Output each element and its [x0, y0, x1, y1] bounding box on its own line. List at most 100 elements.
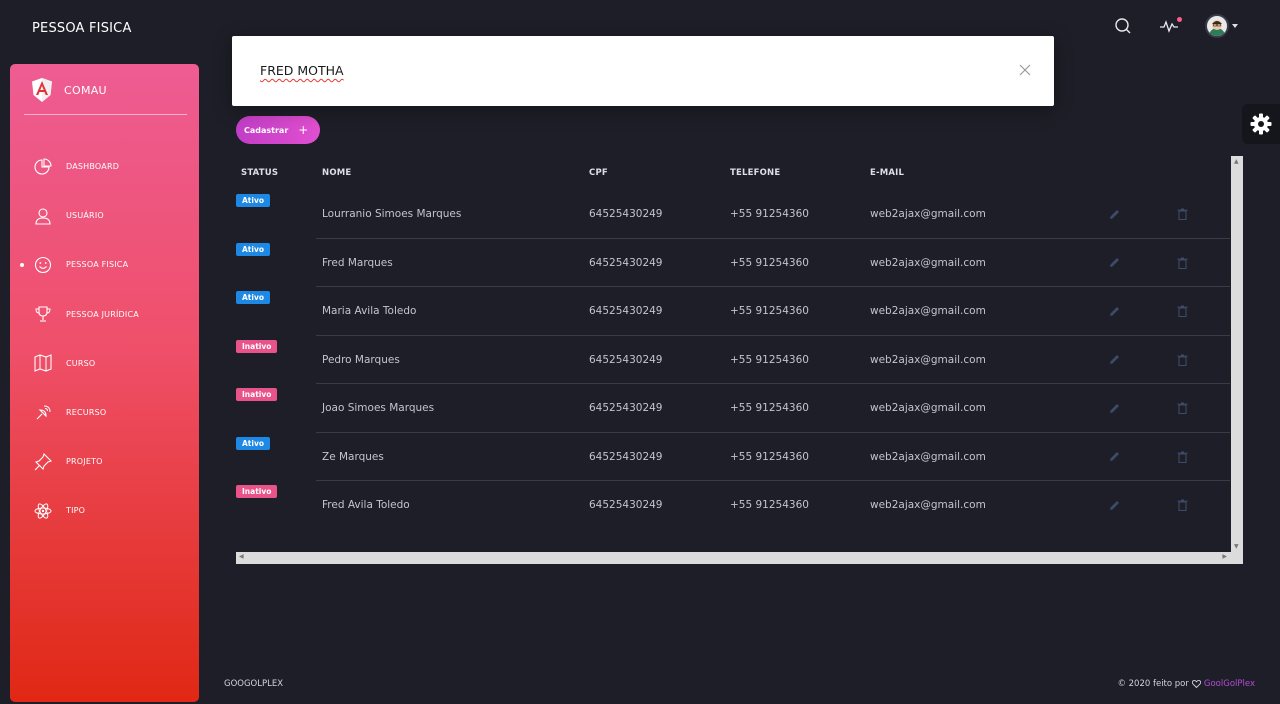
cell-email: web2ajax@gmail.com: [870, 499, 986, 511]
status-badge: Inativo: [236, 485, 278, 498]
cell-cpf: 64525430249: [589, 402, 663, 414]
settings-button[interactable]: [1242, 104, 1280, 144]
sidebar-item-recurso[interactable]: RECURSO: [10, 388, 199, 437]
trash-icon[interactable]: [1176, 208, 1188, 220]
cell-cpf: 64525430249: [589, 353, 663, 366]
cell-cpf: 64525430249: [589, 305, 663, 317]
status-badge: Ativo: [236, 436, 271, 450]
status-badge: Ativo: [236, 291, 271, 304]
table-row[interactable]: Ativo Maria Avila Toledo 64525430249 +55…: [236, 287, 1230, 336]
cell-telefone: +55 91254360: [730, 499, 809, 511]
plus-icon: +: [298, 123, 309, 137]
footer-link[interactable]: GoolGolPlex: [1204, 679, 1255, 689]
cell-cpf: 64525430249: [589, 499, 663, 511]
table-body: Ativo Lourranio Simoes Marques 645254302…: [236, 190, 1230, 530]
user-menu[interactable]: [1205, 14, 1238, 38]
trash-icon[interactable]: [1176, 402, 1188, 414]
search-icon[interactable]: [1113, 16, 1133, 36]
add-button[interactable]: Cadastrar +: [236, 116, 320, 144]
sidebar-item-dashboard[interactable]: DASHBOARD: [10, 142, 199, 191]
brand-name: COMAU: [64, 83, 107, 97]
trash-icon[interactable]: [1176, 257, 1188, 269]
notification-dot: [1177, 17, 1182, 22]
edit-icon[interactable]: [1108, 451, 1120, 463]
sidebar-item-usuario[interactable]: USUÁRIO: [10, 191, 199, 240]
edit-icon[interactable]: [1108, 305, 1120, 317]
smile-icon: [34, 256, 52, 274]
scroll-left-icon[interactable]: ◀: [239, 553, 244, 560]
sidebar-item-label: CURSO: [66, 358, 96, 368]
edit-icon[interactable]: [1108, 402, 1120, 414]
search-modal: FRED MOTHA: [232, 36, 1054, 106]
footer-credit: © 2020 feito por GoolGolPlex: [1117, 679, 1255, 689]
sidebar-item-label: DASHBOARD: [66, 162, 120, 172]
sidebar-item-pessoa-fisica[interactable]: PESSOA FISICA: [10, 240, 199, 289]
table-row[interactable]: Inativo Pedro Marques 64525430249 +55 91…: [236, 336, 1230, 384]
sidebar: COMAU DASHBOARD USUÁRIO PESSOA FISICA PE…: [10, 64, 199, 702]
trash-icon[interactable]: [1176, 354, 1188, 366]
table-row[interactable]: Ativo Ze Marques 64525430249 +55 9125436…: [236, 433, 1230, 481]
atom-icon: [34, 502, 52, 520]
cell-cpf: 64525430249: [589, 256, 663, 269]
column-header-status[interactable]: STATUS: [241, 168, 278, 178]
edit-icon[interactable]: [1108, 499, 1120, 511]
cell-telefone: +55 91254360: [730, 256, 809, 269]
cell-telefone: +55 91254360: [730, 305, 809, 317]
sidebar-item-label: TIPO: [66, 506, 86, 516]
table-row[interactable]: Ativo Lourranio Simoes Marques 645254302…: [236, 190, 1230, 239]
trophy-icon: [34, 305, 52, 323]
edit-icon[interactable]: [1108, 257, 1120, 269]
cell-email: web2ajax@gmail.com: [870, 305, 986, 317]
cell-telefone: +55 91254360: [730, 402, 809, 414]
sidebar-item-curso[interactable]: CURSO: [10, 339, 199, 388]
vertical-scrollbar[interactable]: ▲ ▼: [1231, 156, 1243, 552]
status-badge: Ativo: [236, 194, 271, 207]
close-icon[interactable]: [1018, 62, 1032, 76]
top-actions: [1113, 14, 1238, 38]
column-header-email[interactable]: E-MAIL: [870, 168, 904, 178]
divider: [24, 114, 187, 115]
activity-icon[interactable]: [1159, 16, 1182, 36]
edit-icon[interactable]: [1108, 208, 1120, 220]
chevron-down-icon: [1232, 24, 1238, 28]
sidebar-item-projeto[interactable]: PROJETO: [10, 437, 199, 486]
active-indicator: [20, 262, 24, 267]
column-header-nome[interactable]: NOME: [322, 168, 351, 178]
scroll-up-icon[interactable]: ▲: [1234, 158, 1239, 165]
cell-cpf: 64525430249: [589, 208, 663, 220]
table-row[interactable]: Inativo Fred Avila Toledo 64525430249 +5…: [236, 481, 1230, 530]
table-header: STATUS NOME CPF TELEFONE E-MAIL: [236, 166, 1230, 190]
cell-nome: Fred Marques: [322, 256, 393, 269]
table-row[interactable]: Inativo Joao Simoes Marques 64525430249 …: [236, 384, 1230, 433]
satellite-icon: [34, 404, 52, 422]
cell-nome: Fred Avila Toledo: [322, 499, 410, 511]
cell-telefone: +55 91254360: [730, 208, 809, 220]
column-header-telefone[interactable]: TELEFONE: [730, 168, 780, 178]
cell-cpf: 64525430249: [589, 450, 663, 463]
search-input[interactable]: FRED MOTHA: [260, 63, 344, 78]
horizontal-scrollbar[interactable]: ◀ ▶: [236, 552, 1243, 564]
sidebar-item-pessoa-juridica[interactable]: PESSOA JURÍDICA: [10, 290, 199, 339]
scroll-down-icon[interactable]: ▼: [1234, 543, 1239, 550]
status-badge: Ativo: [236, 242, 271, 256]
sidebar-item-label: PROJETO: [66, 457, 103, 467]
sidebar-nav: DASHBOARD USUÁRIO PESSOA FISICA PESSOA J…: [10, 142, 199, 536]
footer-brand: GOOGOLPLEX: [224, 679, 284, 689]
column-header-cpf[interactable]: CPF: [589, 168, 608, 178]
page-title: PESSOA FISICA: [32, 21, 132, 36]
sidebar-item-tipo[interactable]: TIPO: [10, 486, 199, 535]
scroll-right-icon[interactable]: ▶: [1222, 553, 1227, 560]
edit-icon[interactable]: [1108, 354, 1120, 366]
table-row[interactable]: Ativo Fred Marques 64525430249 +55 91254…: [236, 239, 1230, 287]
add-button-label: Cadastrar: [244, 125, 289, 135]
data-table: STATUS NOME CPF TELEFONE E-MAIL Ativo Lo…: [236, 156, 1243, 564]
trash-icon[interactable]: [1176, 451, 1188, 463]
pin-icon: [34, 452, 52, 471]
brand[interactable]: COMAU: [32, 78, 107, 102]
trash-icon[interactable]: [1176, 305, 1188, 317]
cell-email: web2ajax@gmail.com: [870, 353, 986, 366]
trash-icon[interactable]: [1176, 499, 1188, 511]
cell-email: web2ajax@gmail.com: [870, 256, 986, 269]
sidebar-item-label: PESSOA FISICA: [66, 260, 129, 270]
cell-telefone: +55 91254360: [730, 353, 809, 366]
